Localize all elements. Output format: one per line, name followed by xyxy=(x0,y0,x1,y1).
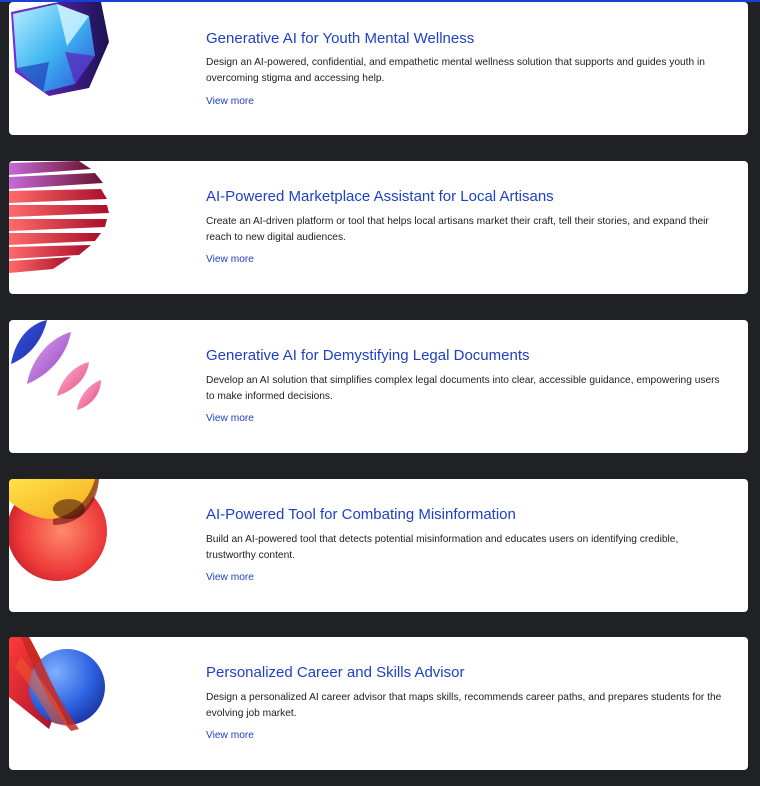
card-title: AI-Powered Tool for Combating Misinforma… xyxy=(206,506,516,523)
view-more-link[interactable]: View more xyxy=(206,96,254,107)
card-description: Develop an AI solution that simplifies c… xyxy=(206,375,720,402)
card-title: Generative AI for Demystifying Legal Doc… xyxy=(206,347,530,364)
card-description: Design a personalized AI career advisor … xyxy=(206,692,722,719)
card-description: Design an AI-powered, confidential, and … xyxy=(206,57,705,84)
card-description: Create an AI-driven platform or tool tha… xyxy=(206,216,709,243)
blue-sphere-icon xyxy=(9,637,105,731)
blue-crystal-icon xyxy=(11,2,109,96)
view-more-link[interactable]: View more xyxy=(206,572,254,583)
red-fan-icon xyxy=(9,161,109,273)
challenge-card[interactable]: AI-Powered Tool for Combating Misinforma… xyxy=(9,479,748,612)
yellow-red-swirl-icon xyxy=(9,479,107,581)
card-description: Build an AI-powered tool that detects po… xyxy=(206,534,679,561)
view-more-link[interactable]: View more xyxy=(206,730,254,741)
card-title: Generative AI for Youth Mental Wellness xyxy=(206,30,475,47)
card-title: AI-Powered Marketplace Assistant for Loc… xyxy=(206,188,554,205)
challenge-card[interactable]: AI-Powered Marketplace Assistant for Loc… xyxy=(9,161,748,294)
view-more-link[interactable]: View more xyxy=(206,413,254,424)
challenge-card[interactable]: Generative AI for Youth Mental Wellness … xyxy=(9,2,748,135)
challenge-card[interactable]: Generative AI for Demystifying Legal Doc… xyxy=(9,320,748,453)
pink-petals-icon xyxy=(11,320,101,410)
card-title: Personalized Career and Skills Advisor xyxy=(206,664,465,681)
view-more-link[interactable]: View more xyxy=(206,254,254,265)
challenge-card[interactable]: Personalized Career and Skills Advisor D… xyxy=(9,637,748,770)
